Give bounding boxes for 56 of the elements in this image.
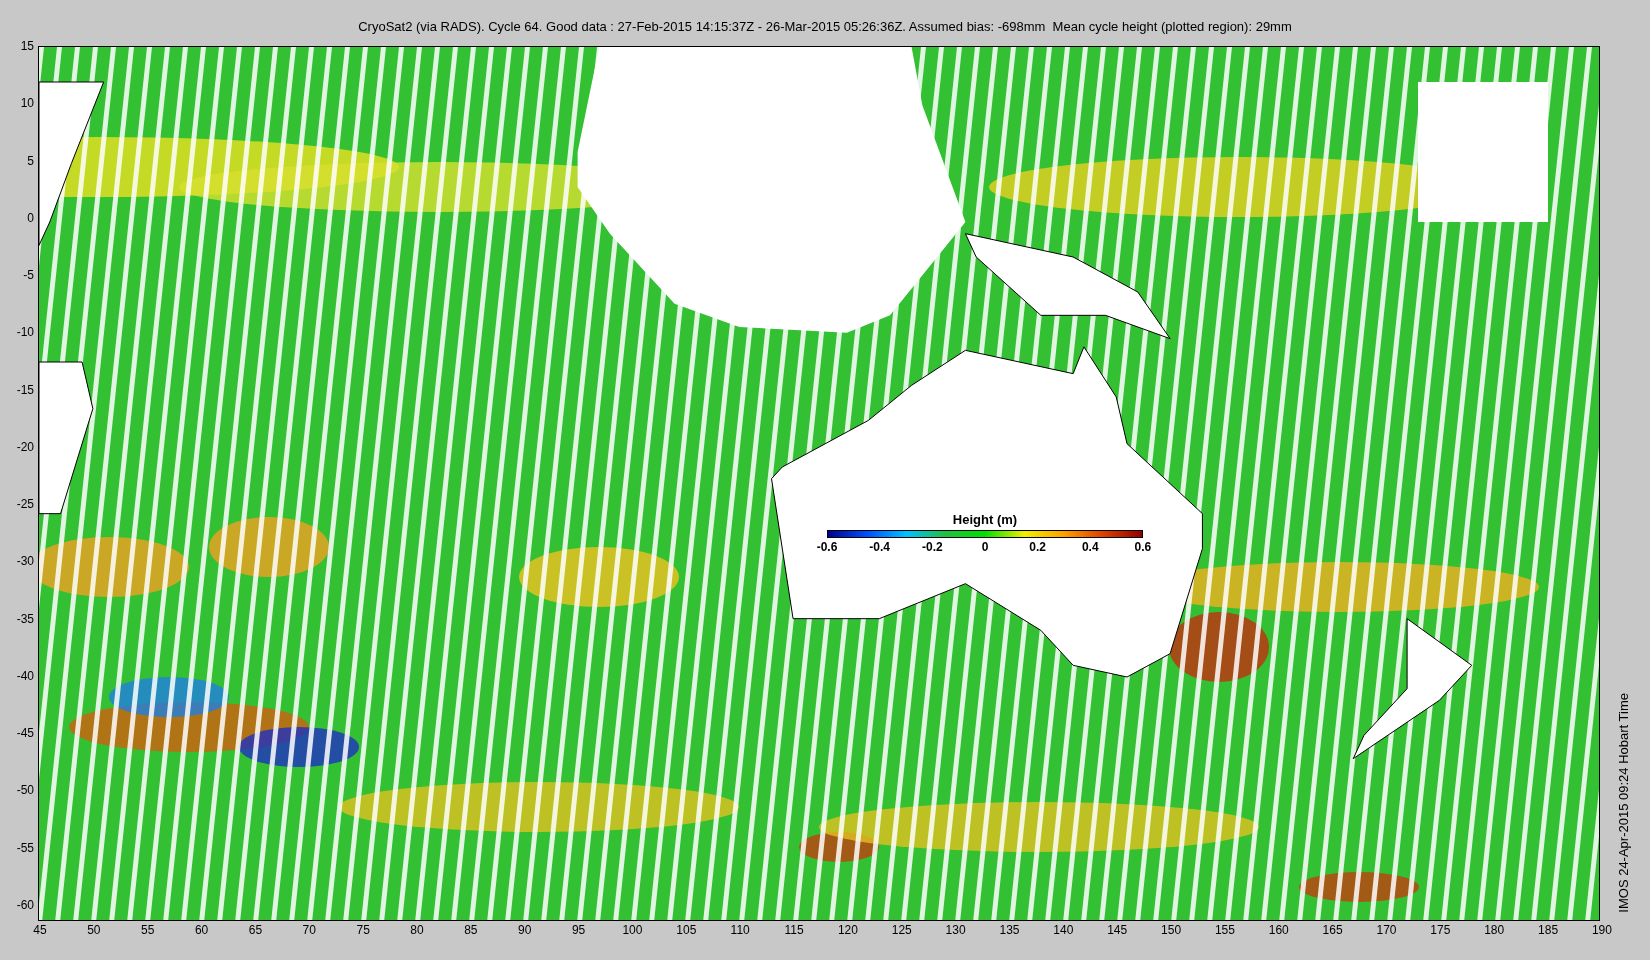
y-tick-label: -20 xyxy=(15,438,35,455)
x-tick-label: 185 xyxy=(1537,922,1560,939)
x-tick-label: 100 xyxy=(621,922,644,939)
y-tick-label: -10 xyxy=(15,324,35,341)
y-tick-label: 5 xyxy=(26,152,35,169)
colorbar-tick-label: -0.2 xyxy=(920,538,944,556)
colorbar-tick-label: 0.4 xyxy=(1080,538,1100,556)
colorbar-tick-label: 0.2 xyxy=(1028,538,1047,556)
y-tick-label: -35 xyxy=(15,610,35,627)
x-tick-label: 155 xyxy=(1213,922,1236,939)
x-tick-label: 50 xyxy=(86,922,102,939)
colorbar-tick-label: 0 xyxy=(980,538,990,556)
timestamp-label: IMOS 24-Apr-2015 09:24 Hobart Time xyxy=(1615,693,1633,913)
y-tick-label: -40 xyxy=(15,667,35,684)
x-tick-label: 75 xyxy=(355,922,371,939)
chart-title: CryoSat2 (via RADS). Cycle 64. Good data : 27-Feb-2015 14:15:37Z - 26-Mar-2015 05:26:36Z. Assumed bias: -698mm Mean cycle height (plotted region): 29mm xyxy=(358,18,1292,37)
x-tick-label: 135 xyxy=(998,922,1021,939)
y-tick-label: -30 xyxy=(15,553,35,570)
x-tick-label: 85 xyxy=(463,922,479,939)
x-tick-label: 180 xyxy=(1483,922,1506,939)
x-tick-label: 70 xyxy=(301,922,317,939)
x-tick-label: 95 xyxy=(570,922,587,939)
x-tick-label: 105 xyxy=(675,922,698,939)
y-tick-label: -55 xyxy=(15,839,35,856)
colorbar-title: Height (m) xyxy=(952,511,1018,529)
x-tick-label: 140 xyxy=(1052,922,1075,939)
x-tick-label: 165 xyxy=(1321,922,1344,939)
x-tick-label: 65 xyxy=(247,922,264,939)
x-tick-label: 45 xyxy=(32,922,48,939)
x-tick-label: 120 xyxy=(836,922,859,939)
y-tick-label: -25 xyxy=(15,496,35,513)
x-tick-label: 130 xyxy=(944,922,967,939)
x-tick-label: 145 xyxy=(1106,922,1129,939)
y-tick-label: 10 xyxy=(19,95,35,112)
x-tick-label: 190 xyxy=(1590,922,1613,939)
colorbar-tick-label: 0.6 xyxy=(1133,538,1153,556)
y-tick-label: 15 xyxy=(19,38,35,54)
y-tick-label: -45 xyxy=(15,725,35,742)
y-tick-label: 0 xyxy=(26,209,35,226)
y-tick-label: -5 xyxy=(22,267,35,284)
x-tick-label: 80 xyxy=(409,922,425,939)
x-tick-label: 125 xyxy=(890,922,913,939)
x-tick-label: 60 xyxy=(193,922,210,939)
x-tick-label: 110 xyxy=(729,922,751,939)
x-tick-label: 170 xyxy=(1375,922,1398,939)
x-tick-label: 150 xyxy=(1160,922,1183,939)
colorbar-tick-label: -0.4 xyxy=(868,538,891,556)
y-tick-label: -15 xyxy=(15,381,35,398)
x-tick-label: 55 xyxy=(140,922,156,939)
x-tick-label: 175 xyxy=(1429,922,1452,939)
y-tick-label: -50 xyxy=(15,782,35,799)
y-tick-label: -60 xyxy=(15,897,35,913)
x-tick-label: 115 xyxy=(783,922,805,939)
x-tick-label: 90 xyxy=(517,922,533,939)
colorbar-tick-label: -0.6 xyxy=(815,538,839,556)
x-tick-label: 160 xyxy=(1267,922,1290,939)
